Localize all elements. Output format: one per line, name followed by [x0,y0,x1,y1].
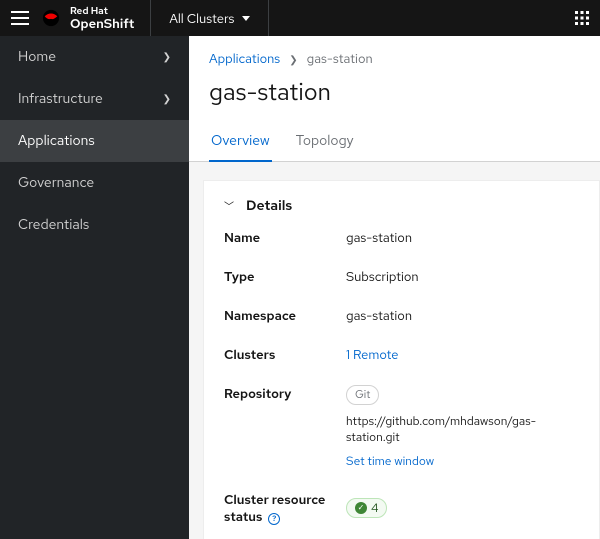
details-card: ﹀ Details Name gas-station Type Subscrip… [203,180,600,539]
chevron-right-icon: ❯ [163,51,171,64]
caret-down-icon [242,16,250,21]
breadcrumb: Applications ❯ gas-station [189,36,600,75]
sidebar-item-label: Applications [18,132,95,150]
chevron-down-icon: ﹀ [224,198,234,214]
brand-text: Red Hat OpenShift [70,7,134,30]
hamburger-menu[interactable] [0,0,40,36]
breadcrumb-current: gas-station [307,50,373,67]
value-repository: Git https://github.com/mhdawson/gas-stat… [346,385,579,469]
label-namespace: Namespace [224,307,334,324]
sidebar-item-applications[interactable]: Applications [0,120,189,162]
label-cluster-resource-status: Cluster resource status ? [224,491,334,525]
value-name: gas-station [346,229,579,246]
details-title: Details [246,197,292,215]
value-clusters[interactable]: 1 Remote [346,346,579,363]
brand-line2: OpenShift [70,17,134,30]
label-repository: Repository [224,385,334,469]
chevron-right-icon: ❯ [289,54,297,67]
git-chip: Git [346,385,379,405]
sidebar-item-label: Governance [18,174,94,192]
label-type: Type [224,268,334,285]
value-namespace: gas-station [346,307,579,324]
hamburger-icon [11,11,29,25]
repo-url: https://github.com/mhdawson/gas-station.… [346,413,579,445]
value-type: Subscription [346,268,579,285]
sidebar-item-label: Home [18,48,56,66]
details-toggle[interactable]: ﹀ Details [224,197,579,215]
chevron-right-icon: ❯ [163,93,171,106]
sidebar-item-label: Credentials [18,216,89,234]
help-icon[interactable]: ? [268,513,280,525]
cluster-selector[interactable]: All Clusters [151,0,269,36]
tabs: Overview Topology [189,122,600,162]
sidebar: Home ❯ Infrastructure ❯ Applications Gov… [0,36,189,539]
sidebar-item-label: Infrastructure [18,90,103,108]
set-time-window-link[interactable]: Set time window [346,453,434,469]
label-name: Name [224,229,334,246]
breadcrumb-root[interactable]: Applications [209,50,280,67]
main-content: Applications ❯ gas-station gas-station O… [189,36,600,539]
status-count: 4 [371,500,378,516]
tab-topology[interactable]: Topology [294,122,356,162]
label-clusters: Clusters [224,346,334,363]
grid-icon [575,11,589,25]
page-title: gas-station [189,75,600,122]
status-pill[interactable]: ✓ 4 [346,498,387,518]
app-launcher[interactable] [564,11,600,25]
tab-overview[interactable]: Overview [209,122,272,162]
sidebar-item-credentials[interactable]: Credentials [0,204,189,246]
sidebar-item-governance[interactable]: Governance [0,162,189,204]
sidebar-item-infrastructure[interactable]: Infrastructure ❯ [0,78,189,120]
check-icon: ✓ [355,502,367,514]
brand[interactable]: Red Hat OpenShift [40,0,151,36]
sidebar-item-home[interactable]: Home ❯ [0,36,189,78]
value-cluster-resource-status: ✓ 4 [346,491,579,525]
redhat-logo-icon [40,9,62,27]
cluster-selector-label: All Clusters [169,10,234,27]
